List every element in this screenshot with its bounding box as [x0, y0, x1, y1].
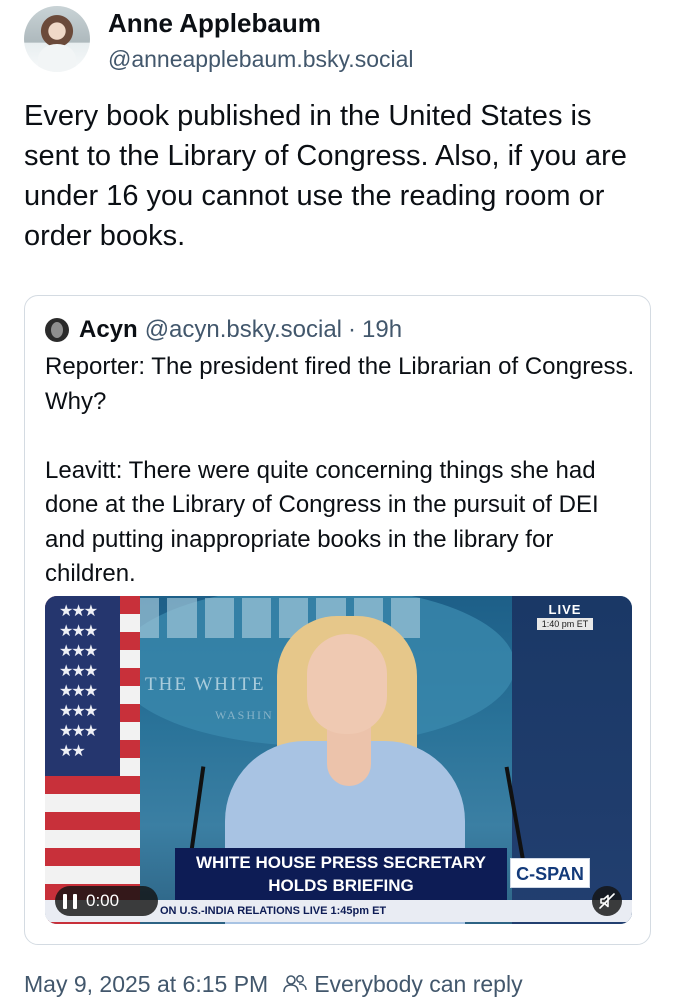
backdrop-text: THE WHITE	[145, 674, 266, 695]
people-icon	[283, 975, 307, 993]
post-timestamp: May 9, 2025 at 6:15 PM	[24, 970, 269, 997]
quoted-author-display-name[interactable]: Acyn	[79, 316, 138, 344]
live-label: LIVE	[548, 602, 582, 617]
video-player[interactable]: THE WHITE WASHIN ★★★ ★★★ ★★★ ★★★ ★★★ ★★★ ★★★ ★★…	[45, 596, 632, 924]
play-pause-button[interactable]: 0:00	[55, 886, 158, 916]
network-logo: C-SPAN	[510, 858, 590, 888]
author-avatar[interactable]	[24, 6, 90, 72]
pause-icon	[63, 893, 77, 909]
video-current-time: 0:00	[86, 891, 120, 910]
backdrop-subtext: WASHIN	[215, 708, 274, 722]
us-flag-image: ★★★ ★★★ ★★★ ★★★ ★★★ ★★★ ★★★ ★★	[45, 596, 140, 924]
quoted-post-header: Acyn @acyn.bsky.social · 19h	[45, 314, 402, 346]
mute-button[interactable]	[592, 886, 622, 916]
chyron-line-2: HOLDS BRIEFING	[268, 876, 414, 895]
post-header: Anne Applebaum @anneapplebaum.bsky.socia…	[24, 6, 644, 76]
muted-speaker-icon	[599, 893, 615, 909]
post-text: Every book published in the United State…	[24, 100, 627, 252]
quoted-author-avatar[interactable]	[45, 318, 69, 342]
live-badge: LIVE 1:40 pm ET	[537, 602, 593, 630]
speaker-neck	[327, 726, 371, 786]
news-chyron: WHITE HOUSE PRESS SECRETARY HOLDS BRIEFI…	[175, 848, 507, 900]
chyron-line-1: WHITE HOUSE PRESS SECRETARY	[196, 853, 486, 872]
quoted-post-time: 19h	[362, 316, 403, 343]
speaker-face	[307, 634, 387, 734]
live-time: 1:40 pm ET	[537, 618, 593, 630]
author-display-name[interactable]: Anne Applebaum	[108, 8, 321, 39]
post-footer: May 9, 2025 at 6:15 PM Everybody can rep…	[24, 968, 523, 1000]
author-handle[interactable]: @anneapplebaum.bsky.social	[108, 46, 414, 73]
flag-stars: ★★★ ★★★ ★★★ ★★★ ★★★ ★★★ ★★★ ★★	[45, 596, 120, 776]
quoted-author-handle[interactable]: @acyn.bsky.social	[145, 316, 342, 344]
separator-dot: ·	[348, 316, 357, 343]
reply-setting[interactable]: Everybody can reply	[314, 971, 522, 998]
quoted-post-card[interactable]: Acyn @acyn.bsky.social · 19h Reporter: T…	[24, 295, 651, 945]
quoted-post-text: Reporter: The president fired the Librar…	[45, 353, 635, 587]
